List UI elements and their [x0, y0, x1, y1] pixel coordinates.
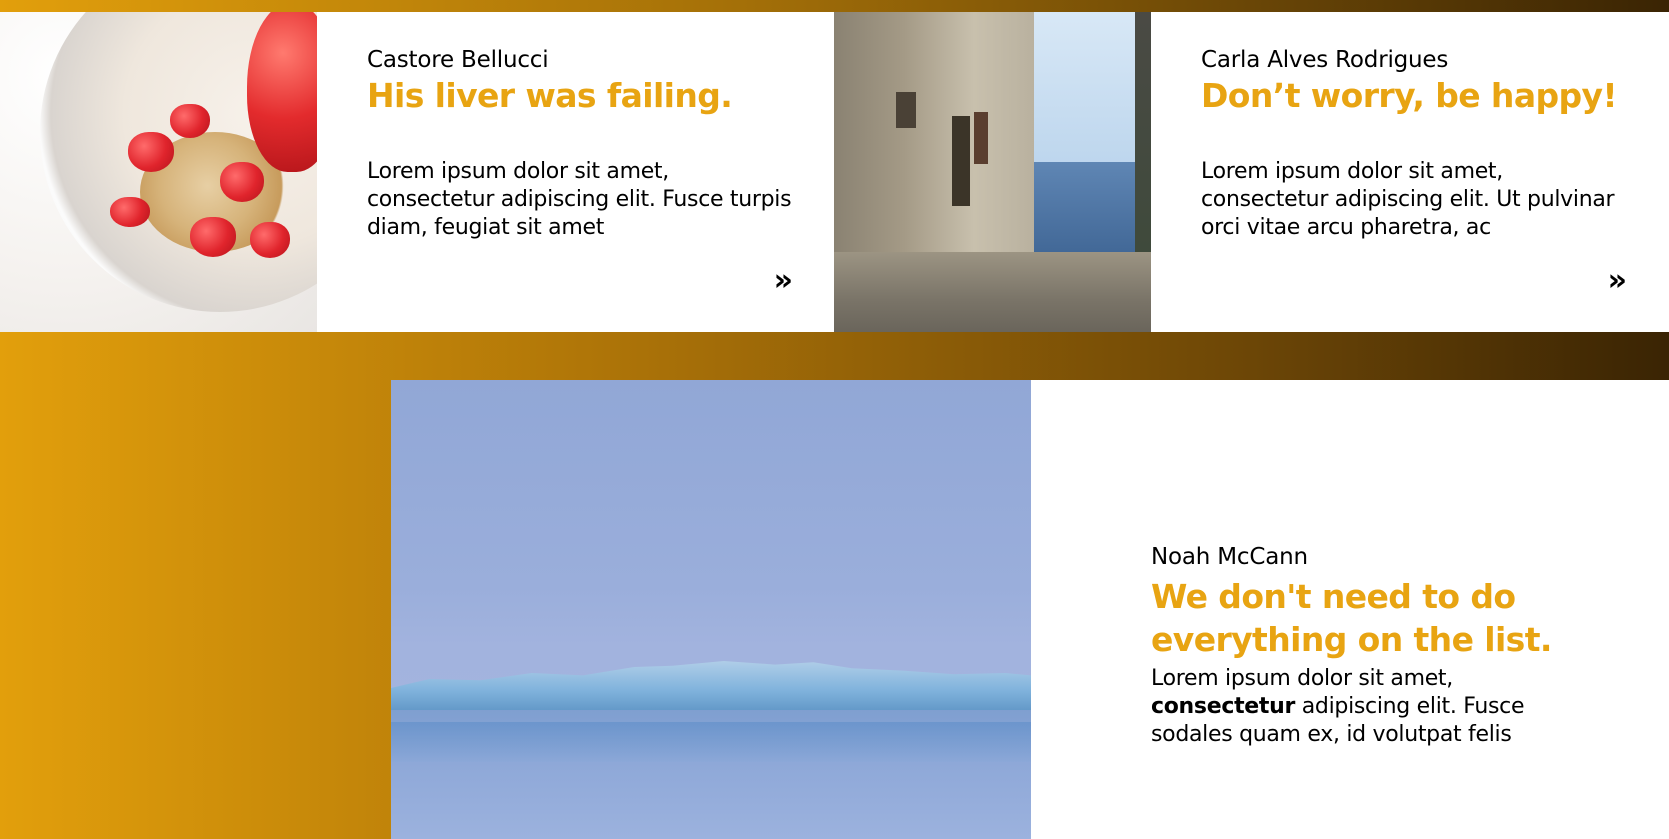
post-content: Carla Alves Rodrigues Don’t worry, be ha…	[1151, 12, 1669, 332]
post-title[interactable]: Don’t worry, be happy!	[1201, 74, 1629, 118]
post-author: Carla Alves Rodrigues	[1201, 47, 1449, 73]
post-excerpt: Lorem ipsum dolor sit amet, consectetur …	[1201, 159, 1615, 240]
post-author: Castore Bellucci	[367, 47, 549, 73]
featured-title[interactable]: We don't need to do everything on the li…	[1151, 575, 1591, 661]
featured-excerpt: Lorem ipsum dolor sit amet, consectetur a…	[1151, 665, 1571, 749]
post-card-2[interactable]: Carla Alves Rodrigues Don’t worry, be ha…	[834, 12, 1669, 332]
post-image-strawberry-granola[interactable]	[0, 12, 317, 332]
read-more-icon[interactable]: »	[1608, 266, 1627, 296]
top-gradient-bar	[0, 0, 1669, 12]
post-excerpt: Lorem ipsum dolor sit amet, consectetur …	[367, 159, 792, 240]
post-image-seaside-alley[interactable]	[834, 12, 1151, 332]
featured-image-glacier[interactable]	[391, 380, 1031, 839]
post-card-1[interactable]: Castore Bellucci His liver was failing. …	[0, 12, 835, 332]
featured-post-panel: Noah McCann We don't need to do everythi…	[1031, 380, 1669, 839]
featured-excerpt-start: Lorem ipsum dolor sit amet,	[1151, 666, 1453, 691]
read-more-icon[interactable]: »	[774, 266, 793, 296]
post-content: Castore Bellucci His liver was failing. …	[317, 12, 835, 332]
post-title[interactable]: His liver was failing.	[367, 74, 795, 118]
featured-author: Noah McCann	[1151, 544, 1308, 570]
featured-excerpt-bold: consectetur	[1151, 694, 1296, 719]
